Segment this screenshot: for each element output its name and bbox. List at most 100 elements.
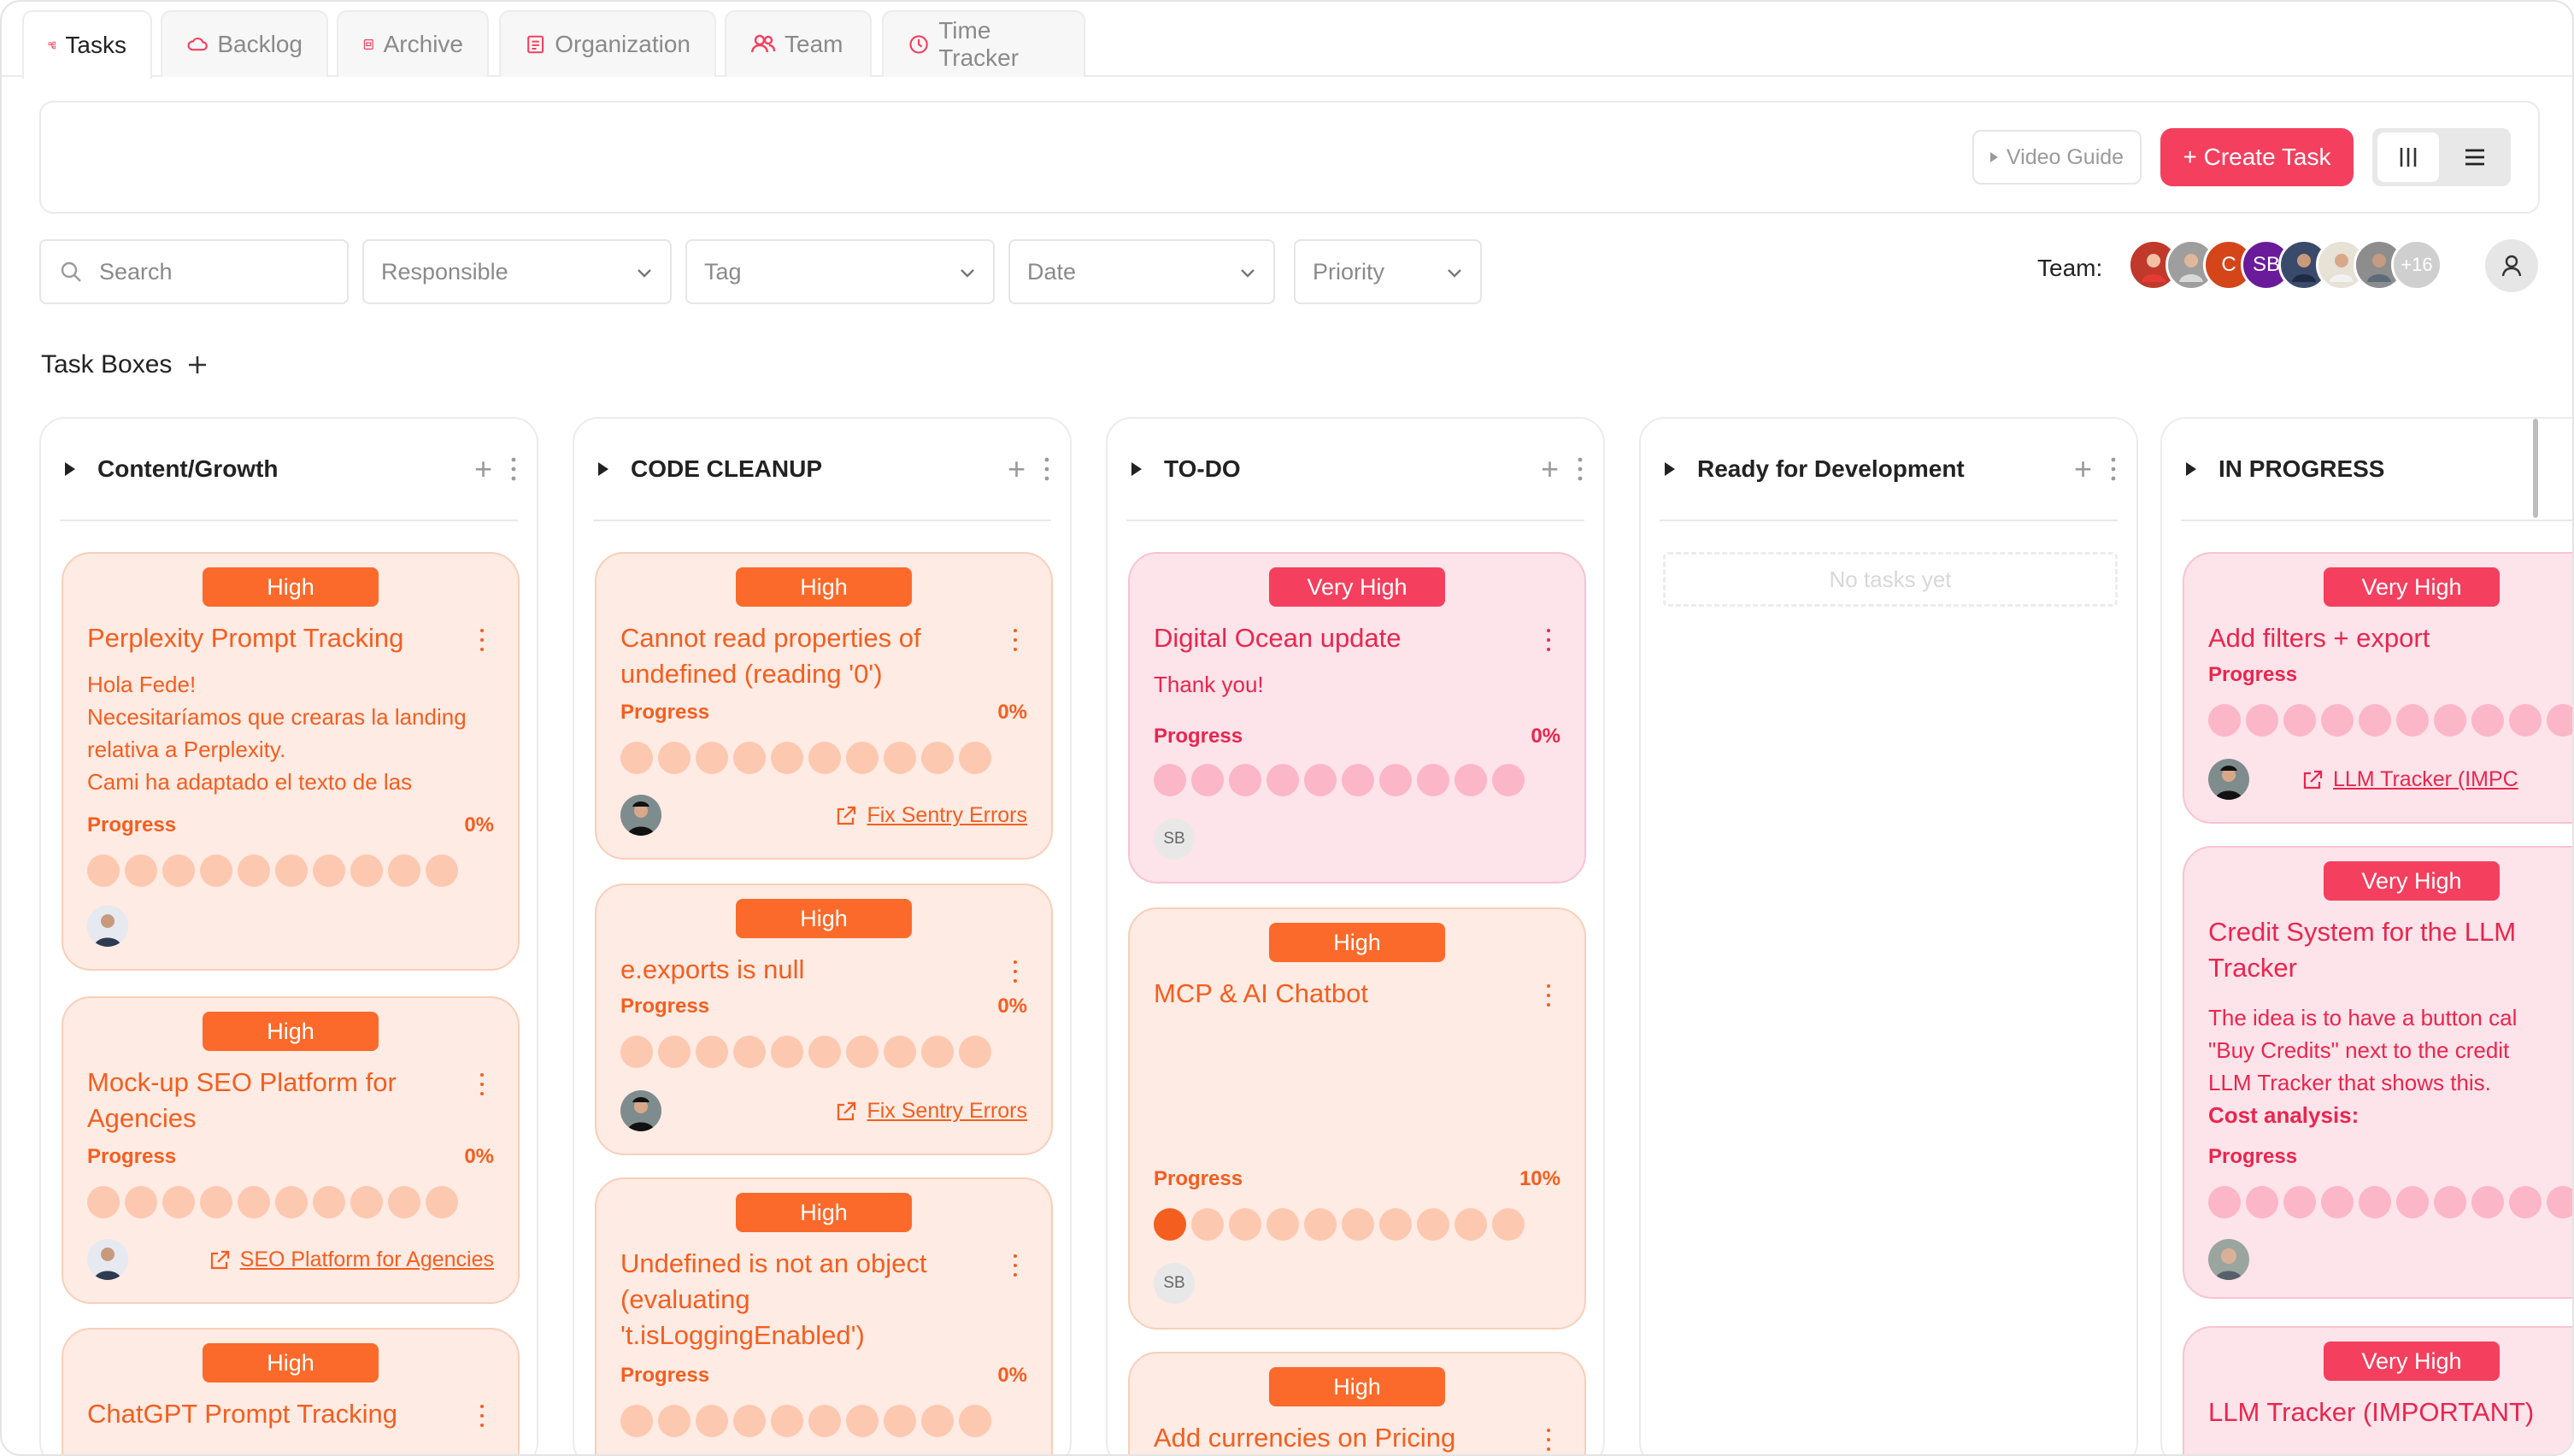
add-box-icon[interactable]: [185, 353, 209, 377]
assignee-avatar[interactable]: SB: [1154, 1263, 1195, 1304]
card-menu-icon[interactable]: [1537, 1425, 1560, 1454]
assignee-avatar[interactable]: [87, 1239, 128, 1280]
task-card[interactable]: High e.exports is null Progress 0% Fix S…: [595, 884, 1053, 1155]
column-header[interactable]: TO-DO +: [1108, 419, 1603, 520]
task-card[interactable]: Very High Add filters + export Progress …: [2183, 552, 2572, 824]
video-guide-button[interactable]: Video Guide: [1972, 130, 2142, 185]
collapse-icon[interactable]: [598, 462, 608, 476]
team-label: Team:: [2037, 255, 2103, 281]
user-profile-button[interactable]: [2485, 239, 2538, 292]
empty-drop-zone[interactable]: No tasks yet: [1663, 552, 2118, 607]
column-menu-icon[interactable]: [511, 456, 516, 488]
collapse-icon[interactable]: [2186, 462, 2196, 476]
task-card[interactable]: High Cannot read properties of undefined…: [595, 552, 1053, 860]
date-select[interactable]: Date: [1008, 239, 1275, 304]
horizontal-scrollbar[interactable]: [2533, 419, 2538, 518]
project-link[interactable]: LLM Tracker (IMPC: [2301, 767, 2518, 792]
board-view-button[interactable]: [2377, 132, 2439, 182]
collapse-icon[interactable]: [1665, 462, 1675, 476]
column-header[interactable]: Content/Growth +: [41, 419, 537, 520]
list-view-button[interactable]: [2444, 132, 2506, 182]
priority-badge: High: [1269, 1367, 1445, 1406]
assignee-avatar[interactable]: [620, 795, 661, 836]
assignee-avatar[interactable]: [2208, 759, 2249, 800]
progress-value: 0%: [464, 1145, 494, 1168]
task-card[interactable]: Very High LLM Tracker (IMPORTANT): [2183, 1326, 2572, 1454]
assignee-avatar[interactable]: [620, 1090, 661, 1131]
progress-dots: [1154, 764, 1525, 796]
assignee-avatar[interactable]: [87, 906, 128, 947]
tab-time-tracker[interactable]: Time Tracker: [882, 10, 1085, 77]
task-description: Thank you!: [1154, 672, 1264, 697]
project-link[interactable]: Fix Sentry Errors: [834, 803, 1027, 828]
project-link[interactable]: SEO Platform for Agencies: [208, 1248, 494, 1272]
tab-backlog[interactable]: Backlog: [161, 10, 328, 77]
column-menu-icon[interactable]: [2111, 456, 2116, 488]
add-task-icon[interactable]: +: [1008, 451, 1025, 487]
cloud-icon: [187, 37, 208, 51]
task-card[interactable]: High Undefined is not an object (evaluat…: [595, 1177, 1053, 1454]
card-menu-icon[interactable]: [1003, 1251, 1027, 1280]
task-title[interactable]: MCP & AI Chatbot: [1154, 976, 1513, 1012]
column-header[interactable]: CODE CLEANUP +: [574, 419, 1070, 520]
progress-label: Progress: [1154, 1167, 1243, 1190]
column-title: Content/Growth: [97, 455, 279, 482]
assignee-avatar[interactable]: SB: [1154, 819, 1195, 860]
task-title[interactable]: Mock-up SEO Platform for Agencies: [87, 1065, 446, 1136]
project-link[interactable]: Fix Sentry Errors: [834, 1099, 1027, 1124]
task-title[interactable]: ChatGPT Prompt Tracking: [87, 1396, 446, 1432]
priority-select[interactable]: Priority: [1294, 239, 1482, 304]
card-menu-icon[interactable]: [1003, 625, 1027, 655]
task-title[interactable]: Undefined is not an object (evaluating '…: [620, 1246, 962, 1353]
add-task-icon[interactable]: +: [1541, 451, 1559, 487]
tab-archive[interactable]: Archive: [337, 10, 489, 77]
column-menu-icon[interactable]: [1578, 456, 1583, 488]
tag-select[interactable]: Tag: [685, 239, 995, 304]
tab-tasks[interactable]: Tasks: [22, 10, 152, 79]
collapse-icon[interactable]: [65, 462, 75, 476]
task-card[interactable]: High ChatGPT Prompt Tracking: [62, 1328, 520, 1454]
task-card[interactable]: Very High Credit System for the LLM Trac…: [2183, 846, 2572, 1299]
tab-label: Team: [785, 31, 843, 57]
create-task-button[interactable]: + Create Task: [2160, 128, 2354, 186]
assignee-avatar[interactable]: [2208, 1239, 2249, 1280]
more-members-badge[interactable]: +16: [2391, 239, 2442, 291]
task-card[interactable]: Very High Digital Ocean update Thank you…: [1128, 552, 1586, 884]
add-task-icon[interactable]: +: [474, 451, 492, 487]
search-input[interactable]: Search: [39, 239, 349, 304]
task-title[interactable]: Add filters + export: [2208, 620, 2567, 656]
card-menu-icon[interactable]: [470, 1401, 494, 1430]
card-menu-icon[interactable]: [470, 625, 494, 655]
collapse-icon[interactable]: [1131, 462, 1142, 476]
tab-team[interactable]: Team: [725, 10, 872, 77]
task-title[interactable]: Digital Ocean update: [1154, 620, 1513, 656]
task-card[interactable]: High Perplexity Prompt Tracking Hola Fed…: [62, 552, 520, 971]
card-menu-icon[interactable]: [470, 1070, 494, 1099]
column-header[interactable]: IN PROGRESS: [2162, 419, 2572, 520]
archive-icon: [363, 39, 373, 50]
responsible-select[interactable]: Responsible: [362, 239, 672, 304]
users-icon: [750, 34, 776, 53]
task-card[interactable]: High Mock-up SEO Platform for Agencies P…: [62, 996, 520, 1304]
task-title[interactable]: Perplexity Prompt Tracking: [87, 620, 446, 656]
column-divider: [2181, 520, 2572, 521]
card-menu-icon[interactable]: [1003, 957, 1027, 986]
task-title[interactable]: e.exports is null: [620, 952, 979, 988]
priority-badge: High: [203, 1012, 379, 1051]
task-card[interactable]: High MCP & AI Chatbot Progress 10% SB: [1128, 907, 1586, 1330]
task-title[interactable]: Credit System for the LLM Tracker: [2208, 914, 2550, 986]
task-title[interactable]: LLM Tracker (IMPORTANT): [2208, 1394, 2572, 1430]
task-title[interactable]: Add currencies on Pricing: [1154, 1420, 1513, 1454]
tab-label: Tasks: [65, 32, 126, 58]
tab-organization[interactable]: Organization: [499, 10, 716, 77]
column-header[interactable]: Ready for Development +: [1641, 419, 2136, 520]
progress-dots: [620, 742, 991, 774]
task-title[interactable]: Cannot read properties of undefined (rea…: [620, 620, 979, 692]
progress-dots: [2208, 704, 2572, 737]
chevron-down-icon: [1241, 269, 1255, 278]
column-menu-icon[interactable]: [1044, 456, 1049, 488]
add-task-icon[interactable]: +: [2074, 451, 2092, 487]
task-card[interactable]: High Add currencies on Pricing: [1128, 1352, 1586, 1454]
card-menu-icon[interactable]: [1537, 625, 1560, 655]
card-menu-icon[interactable]: [1537, 981, 1560, 1010]
